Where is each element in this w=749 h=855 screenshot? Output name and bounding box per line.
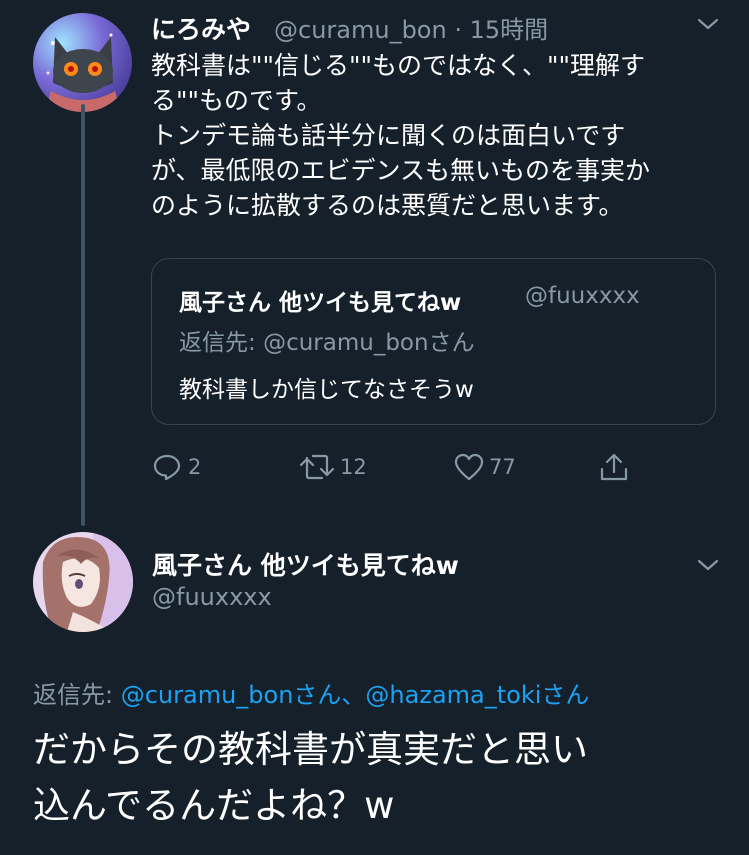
reply-prefix: 返信先: [33, 681, 121, 709]
like-count: 77 [489, 455, 516, 479]
tweet-text-line: 教科書は""信じる""ものではなく、""理解す [151, 51, 645, 80]
author-handle-text[interactable]: @curamu_bon [274, 16, 447, 44]
tweet-text-line: トンデモ論も話半分に聞くのは面白いです [151, 121, 626, 150]
reply-count: 2 [188, 455, 202, 479]
avatar[interactable] [33, 532, 133, 632]
reply-to-user-link[interactable]: @curamu_bonさん [121, 681, 342, 709]
cat-avatar-image [33, 13, 132, 112]
chevron-down-icon[interactable] [696, 557, 720, 577]
tweet-text-line: る""ものです。 [151, 86, 322, 115]
tweet-text: 教科書は""信じる""ものではなく、""理解す る""ものです。 トンデモ論も話… [151, 48, 731, 223]
tweet-text-line: のように拡散するのは悪質だと思います。 [151, 191, 624, 220]
share-icon [600, 453, 628, 481]
timestamp[interactable]: 15時間 [470, 16, 549, 44]
share-button[interactable] [598, 449, 630, 485]
reply-to-user: @curamu_bonさん [263, 330, 475, 356]
anime-girl-avatar-image [33, 532, 133, 632]
like-button[interactable]: 77 [453, 449, 516, 485]
tweet-text-line: が、最低限のエビデンスも無いものを事実か [151, 156, 651, 185]
retweet-count: 12 [340, 455, 367, 479]
author-name[interactable]: 風子さん 他ツイも見てねw [152, 546, 459, 582]
reply-icon [153, 454, 181, 481]
author-handle[interactable]: @curamu_bon · 15時間 [274, 10, 548, 45]
quoted-author-handle: @fuuxxxx [525, 283, 640, 309]
thread-connector-line [81, 104, 85, 526]
heart-icon [454, 453, 484, 481]
reply-to-user-link[interactable]: @hazama_tokiさん [365, 681, 589, 709]
reply-button[interactable]: 2 [152, 449, 201, 485]
author-handle[interactable]: @fuuxxxx [152, 583, 272, 611]
chevron-down-icon[interactable] [696, 16, 720, 36]
quoted-tweet-text: 教科書しか信じてなさそうw [179, 377, 474, 403]
tweet-text: だからその教科書が真実だと思い 込んでるんだよね？w [33, 722, 733, 834]
retweet-button[interactable]: 12 [298, 449, 367, 485]
tweet-text-line: 込んでるんだよね？w [33, 784, 395, 827]
reply-separator: 、 [341, 681, 366, 709]
quoted-tweet-card[interactable]: 風子さん 他ツイも見てねw @fuuxxxx 返信先: @curamu_bonさ… [151, 258, 716, 425]
quoted-reply-context: 返信先: @curamu_bonさん [179, 323, 475, 357]
separator-dot: · [454, 16, 462, 44]
reply-context: 返信先: @curamu_bonさん、@hazama_tokiさん [33, 675, 589, 710]
retweet-icon [299, 454, 335, 480]
reply-prefix: 返信先: [179, 330, 264, 356]
avatar[interactable] [33, 13, 132, 112]
tweet-text-line: だからその教科書が真実だと思い [33, 728, 588, 771]
quoted-author-name: 風子さん 他ツイも見てねw [179, 290, 462, 316]
author-name[interactable]: にろみや [151, 10, 251, 46]
